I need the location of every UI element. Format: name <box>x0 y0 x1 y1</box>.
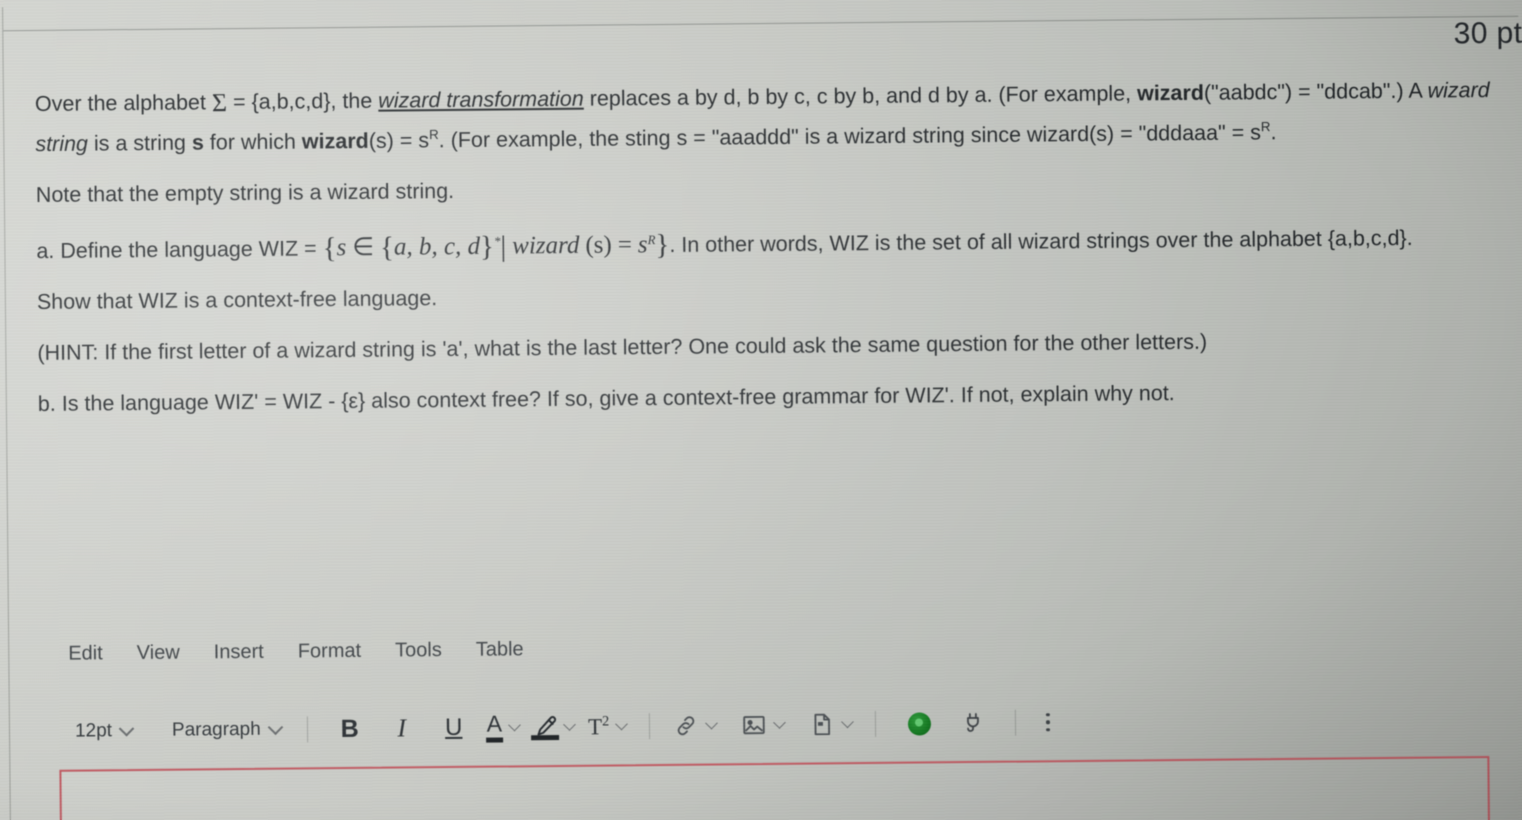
toolbar-separator <box>649 713 651 740</box>
menu-tools[interactable]: Tools <box>395 639 442 662</box>
set-brace-close: } <box>655 229 670 262</box>
chevron-down-icon[interactable] <box>773 715 787 729</box>
bold-button[interactable]: B <box>335 712 365 746</box>
sigma-symbol: Σ <box>211 88 228 118</box>
highlighter-pen-icon <box>533 714 557 740</box>
superscript-icon: T2 <box>588 713 609 740</box>
p1-text-1: Over the alphabet <box>34 90 213 116</box>
menu-table[interactable]: Table <box>476 638 524 661</box>
lms-assignment-page: 30 pt Over the alphabet Σ = {a,b,c,d}, t… <box>0 0 1522 820</box>
math-wizard-fn: wizard <box>512 232 580 260</box>
s-bold: s <box>191 130 204 155</box>
term-wizard-transformation: wizard transformation <box>378 86 584 113</box>
math-alphabet: a, b, c, d <box>393 233 481 261</box>
p1-text-3: replaces a by d, b by c, c by b, and d b… <box>583 81 1138 111</box>
insert-image-control[interactable] <box>741 712 787 738</box>
math-s-reverse: s <box>637 231 648 259</box>
header-divider <box>3 15 1519 32</box>
text-color-control[interactable]: A <box>487 711 521 743</box>
math-argument-s: (s) <box>585 231 612 259</box>
italic-button[interactable]: I <box>387 711 417 745</box>
p1-text-8: . (For example, the sting s = "aaaddd" i… <box>438 120 1262 153</box>
toolbar-separator <box>306 716 308 743</box>
text-color-icon: A <box>487 711 503 743</box>
chevron-down-icon <box>118 720 135 737</box>
part-a-tail: . In other words, WIZ is the set of all … <box>669 226 1413 258</box>
menu-view[interactable]: View <box>137 642 180 665</box>
image-icon <box>741 712 767 738</box>
part-b-label: b. <box>37 392 56 417</box>
superscript-base: T <box>587 713 603 740</box>
p1-text-5: is a string <box>87 130 193 156</box>
wizard-bold-1: wizard <box>1136 80 1205 106</box>
editor-menubar: Edit View Insert Format Tools Table <box>68 638 524 665</box>
chevron-down-icon <box>267 719 283 735</box>
superscript-control[interactable]: T2 <box>588 713 629 740</box>
more-vertical-icon[interactable] <box>1046 712 1050 732</box>
alphabet-brace-close: } <box>479 230 495 264</box>
document-icon <box>809 711 835 737</box>
superscript-exponent: 2 <box>601 713 610 730</box>
plug-icon[interactable] <box>961 711 985 735</box>
part-a-label: a. <box>36 239 55 264</box>
chevron-down-icon[interactable] <box>615 717 629 730</box>
set-builder-bar: | <box>500 230 507 263</box>
rich-text-editor: Edit View Insert Format Tools Table 12pt… <box>2 629 1522 820</box>
menu-format[interactable]: Format <box>298 640 362 664</box>
math-element-of: ∈ <box>352 234 375 262</box>
p1-text-9: . <box>1270 120 1277 145</box>
toolbar-separator <box>875 710 877 737</box>
p1-text-7: (s) = s <box>368 128 430 153</box>
block-format-select[interactable]: Paragraph <box>170 719 291 742</box>
part-a-lead: Define the language WIZ = <box>54 236 323 264</box>
math-equals: = <box>617 231 632 259</box>
editor-toolbar: 12pt Paragraph B I U A T2 <box>73 701 1064 753</box>
toolbar-separator <box>1015 709 1017 736</box>
menu-edit[interactable]: Edit <box>68 642 103 665</box>
p1-text-6: for which <box>203 129 302 155</box>
chevron-down-icon[interactable] <box>705 716 719 730</box>
math-var-s: s <box>336 234 347 262</box>
chevron-down-icon[interactable] <box>508 718 521 731</box>
block-format-value: Paragraph <box>171 718 261 741</box>
answer-text-area[interactable] <box>59 756 1491 820</box>
screen-surface: 30 pt Over the alphabet Σ = {a,b,c,d}, t… <box>0 0 1522 820</box>
part-b-text: Is the language WIZ' = WIZ - {ε} also co… <box>55 381 1175 417</box>
menu-insert[interactable]: Insert <box>214 641 264 664</box>
question-body: Over the alphabet Σ = {a,b,c,d}, the wiz… <box>35 73 1508 438</box>
photographed-screen: 30 pt Over the alphabet Σ = {a,b,c,d}, t… <box>0 0 1522 820</box>
font-size-select[interactable]: 12pt <box>73 720 142 743</box>
alphabet-brace-open: { <box>379 231 395 264</box>
question-paragraph-2: Note that the empty string is a wizard s… <box>35 179 455 208</box>
question-part-a: a. Define the language WIZ = {s ∈ {a, b,… <box>36 215 1506 268</box>
question-hint: (HINT: If the first letter of a wizard s… <box>37 330 1208 366</box>
underline-button[interactable]: U <box>439 711 469 745</box>
points-badge: 30 pt <box>1453 16 1522 51</box>
reverse-exponent-2: R <box>1260 119 1271 135</box>
question-paragraph-4: Show that WIZ is a context-free language… <box>36 286 438 315</box>
kaltura-media-icon[interactable] <box>908 711 932 736</box>
question-paragraph-1: Over the alphabet Σ = {a,b,c,d}, the wiz… <box>35 73 1506 161</box>
insert-link-control[interactable] <box>673 712 719 739</box>
chevron-down-icon[interactable] <box>563 717 576 731</box>
highlight-color-control[interactable] <box>533 714 576 740</box>
p1-text-2: = {a,b,c,d}, the <box>226 88 379 115</box>
set-brace-open: { <box>322 232 337 265</box>
p1-text-4: ("aabdc") = "ddcab".) A <box>1203 78 1428 105</box>
font-size-value: 12pt <box>74 720 113 742</box>
left-border-rule <box>2 7 11 820</box>
insert-document-control[interactable] <box>809 711 855 737</box>
chevron-down-icon[interactable] <box>841 714 855 728</box>
link-icon <box>673 713 699 739</box>
wizard-bold-2: wizard <box>301 128 369 154</box>
math-s-reverse-exponent: R <box>647 233 656 248</box>
question-part-b: b. Is the language WIZ' = WIZ - {ε} also… <box>38 373 1508 421</box>
